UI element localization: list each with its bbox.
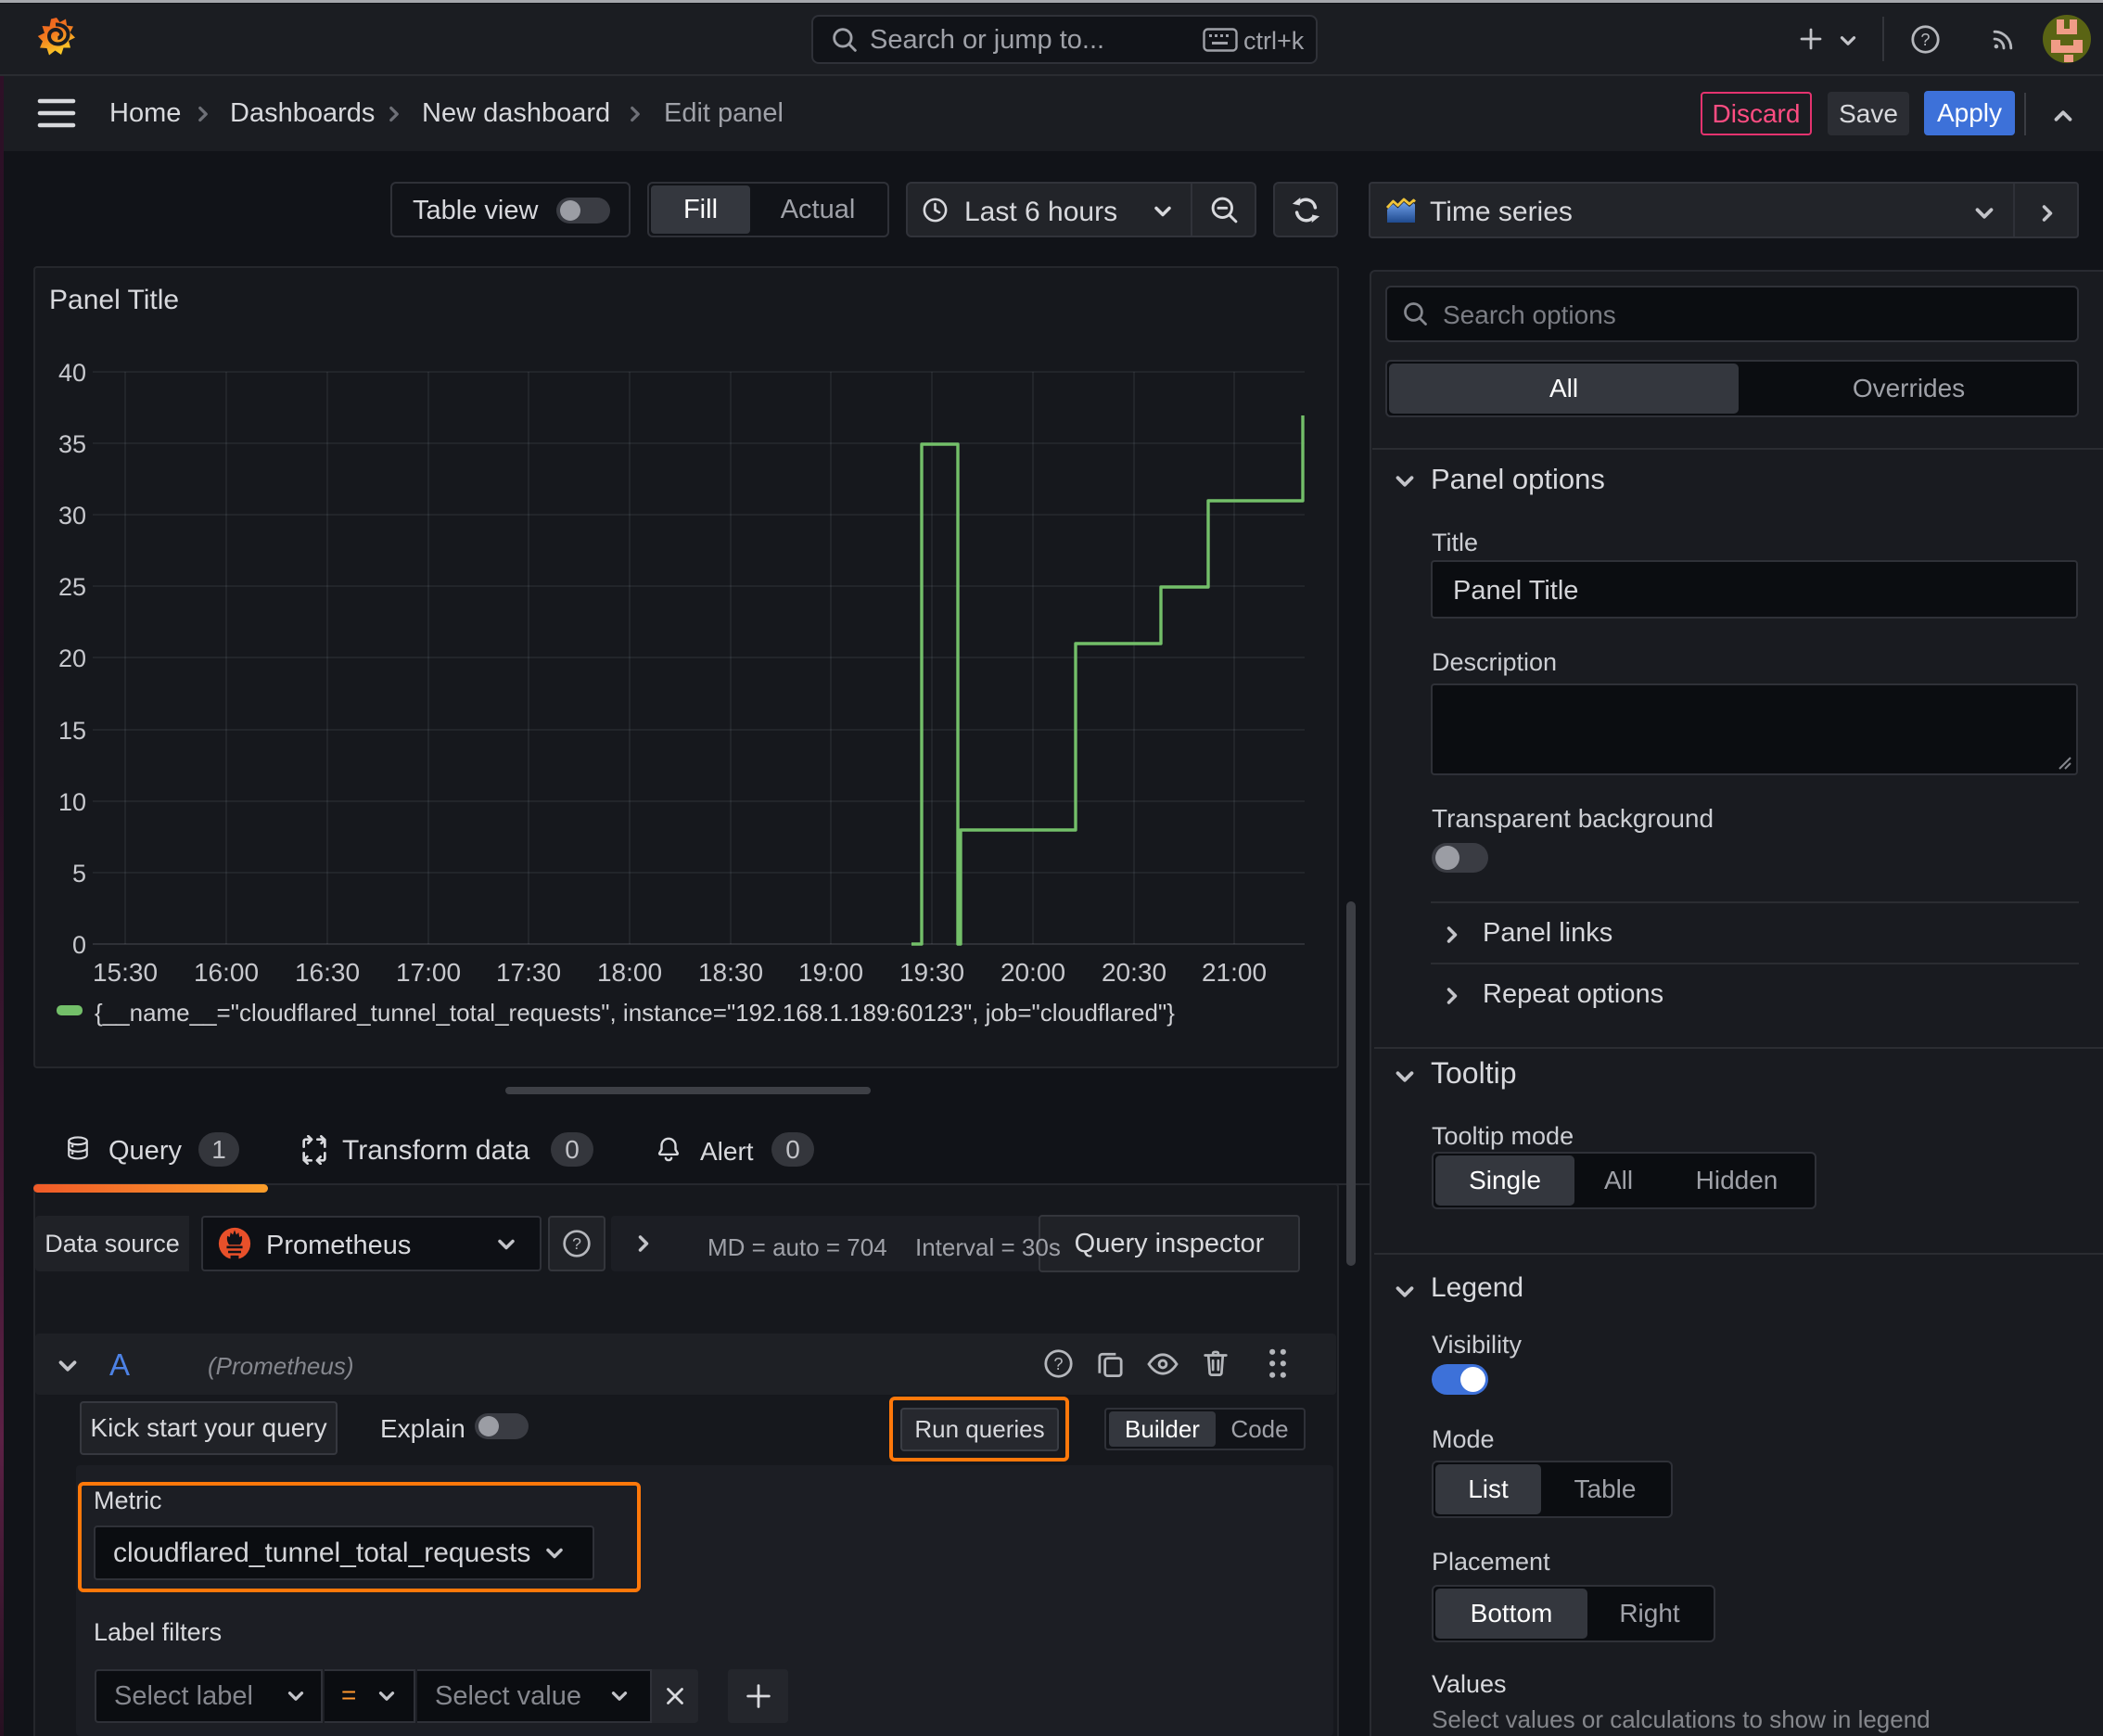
svg-text:19:30: 19:30: [899, 958, 964, 987]
svg-text:20:00: 20:00: [1001, 958, 1065, 987]
svg-text:40: 40: [58, 359, 86, 387]
svg-text:{__name__="cloudflared_tunnel_: {__name__="cloudflared_tunnel_total_requ…: [95, 999, 1175, 1027]
svg-text:18:30: 18:30: [698, 958, 763, 987]
svg-text:5: 5: [72, 860, 86, 887]
svg-text:30: 30: [58, 502, 86, 530]
svg-text:25: 25: [58, 573, 86, 601]
svg-text:17:00: 17:00: [396, 958, 461, 987]
svg-text:19:00: 19:00: [798, 958, 863, 987]
svg-text:15: 15: [58, 717, 86, 745]
svg-text:16:30: 16:30: [295, 958, 360, 987]
svg-text:18:00: 18:00: [597, 958, 662, 987]
svg-text:21:00: 21:00: [1202, 958, 1267, 987]
svg-text:17:30: 17:30: [496, 958, 561, 987]
svg-text:10: 10: [58, 788, 86, 816]
svg-text:35: 35: [58, 430, 86, 458]
svg-text:?: ?: [572, 1234, 581, 1253]
svg-text:16:00: 16:00: [194, 958, 259, 987]
svg-text:20: 20: [58, 645, 86, 672]
svg-text:0: 0: [72, 931, 86, 959]
svg-text:20:30: 20:30: [1102, 958, 1166, 987]
svg-text:15:30: 15:30: [93, 958, 158, 987]
svg-text:?: ?: [1920, 31, 1930, 49]
svg-text:?: ?: [1053, 1355, 1063, 1373]
